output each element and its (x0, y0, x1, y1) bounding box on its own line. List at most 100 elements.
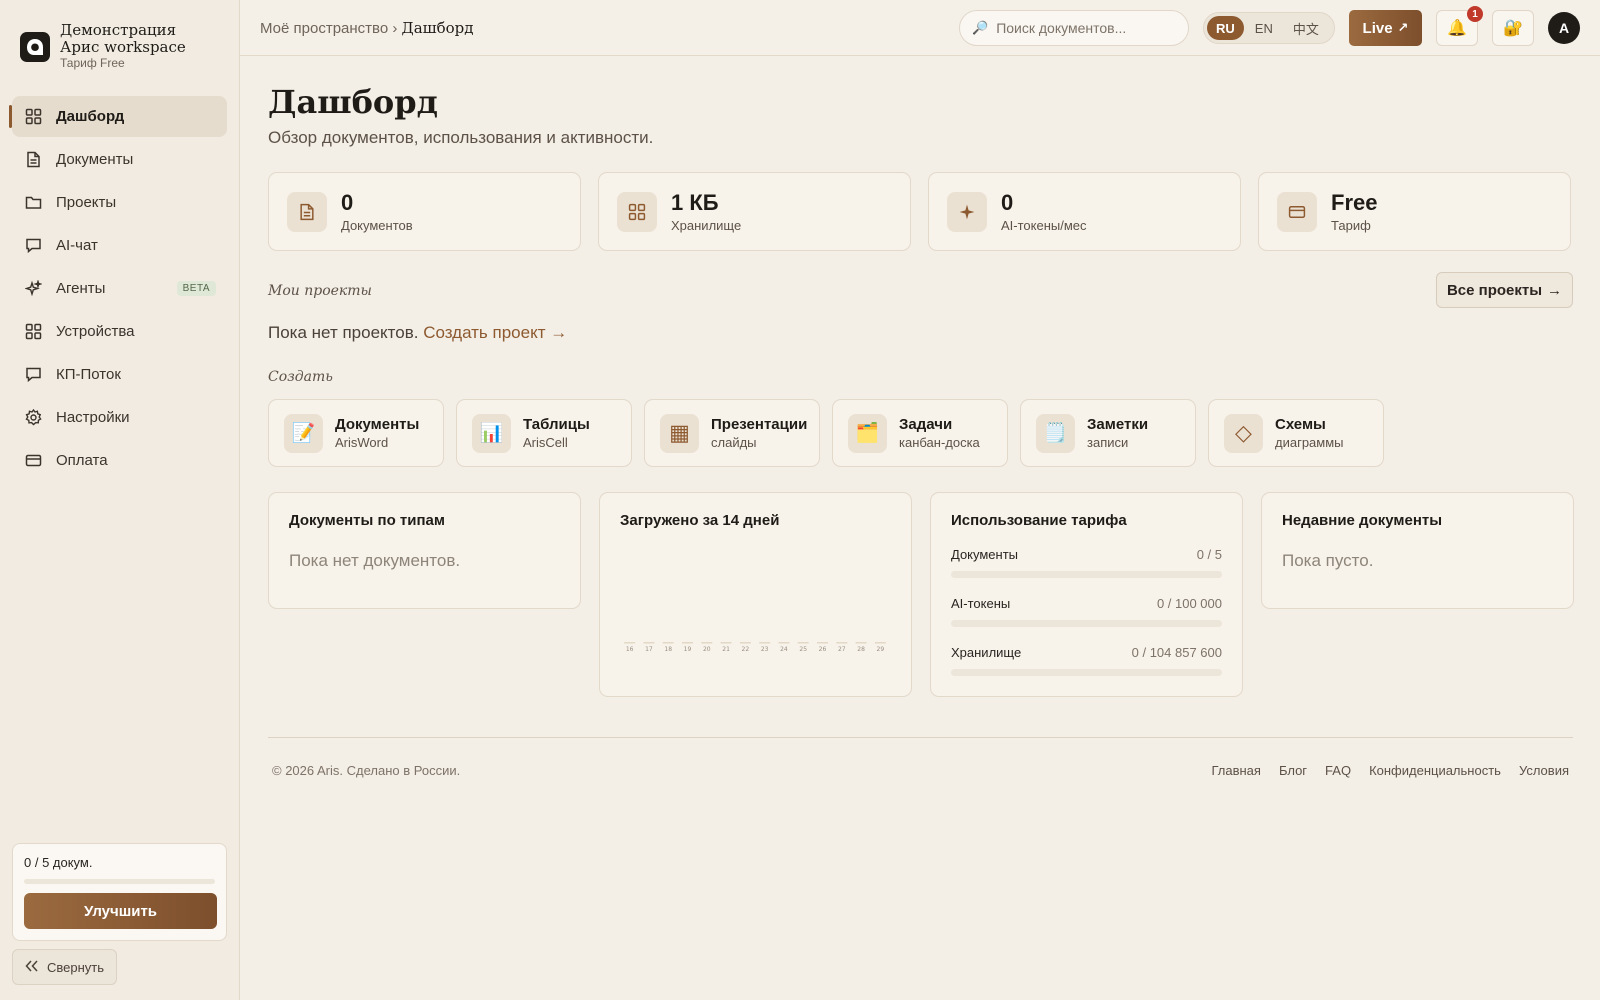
notifications-button[interactable]: 🔔 1 (1436, 6, 1483, 46)
chart-bar (797, 642, 809, 644)
sidebar-item-documents[interactable]: Документы (12, 139, 227, 180)
collapse-sidebar-button[interactable]: Свернуть (12, 949, 117, 985)
sidebar-item-settings[interactable]: Настройки (12, 397, 227, 438)
sidebar-item-label: AI-чат (56, 237, 98, 254)
create-section-label: Создать (268, 369, 333, 385)
footer-link-blog[interactable]: Блог (1279, 763, 1307, 778)
security-button[interactable]: 🔐 (1492, 10, 1534, 46)
breadcrumb-separator: › (392, 20, 398, 37)
chart-tick-label: 18 (664, 646, 672, 653)
bar-chart-icon: 📊 (472, 413, 511, 453)
create-card-tasks[interactable]: 🗂️ Задачи канбан-доска (832, 399, 1008, 467)
chart-bar (855, 642, 867, 644)
search-box[interactable]: 🔎 (959, 10, 1189, 46)
language-option-zh[interactable]: 中文 (1284, 16, 1328, 40)
usage-track (951, 669, 1222, 676)
chart-bar (701, 642, 713, 644)
projects-empty-state: Пока нет проектов. Создать проект → (268, 323, 567, 343)
chart-tick-label: 26 (819, 646, 827, 653)
footer-link-terms[interactable]: Условия (1519, 763, 1569, 778)
sidebar-item-label: Оплата (56, 452, 108, 469)
create-title: Схемы (1275, 416, 1326, 433)
stat-value: 1 КБ (671, 190, 719, 215)
usage-row-value: 0 / 100 000 (1156, 596, 1222, 611)
panel-title: Недавние документы (1282, 512, 1443, 529)
memo-icon: 📝 (284, 413, 323, 453)
diamond-icon: ◇ (1224, 413, 1263, 453)
bell-icon: 🔔 (1447, 20, 1467, 37)
sidebar-nav: Дашборд Документы Проекты AI-чат Агенты … (9, 96, 227, 483)
chart-bar (720, 642, 732, 644)
chart-tick-label: 19 (684, 646, 692, 653)
create-title: Документы (335, 416, 420, 433)
footer-copyright: © 2026 Aris. Сделано в России. (272, 763, 461, 778)
usage-track (951, 571, 1222, 578)
search-input[interactable] (996, 20, 1177, 36)
chart-bar (778, 642, 790, 644)
footer-link-faq[interactable]: FAQ (1325, 763, 1351, 778)
chart-bar (624, 642, 636, 644)
language-option-en[interactable]: EN (1246, 16, 1282, 40)
footer-link-home[interactable]: Главная (1211, 763, 1260, 778)
create-sub: диаграммы (1275, 435, 1344, 450)
chart-bar (682, 642, 693, 644)
projects-section-label: Мои проекты (268, 283, 372, 299)
usage-row-label: Хранилище (951, 645, 1022, 660)
sidebar-usage-bar (24, 879, 215, 884)
user-avatar[interactable]: A (1548, 12, 1580, 44)
sidebar-item-devices[interactable]: Устройства (12, 311, 227, 352)
chart-tick-label: 16 (626, 646, 634, 653)
stats-row: 0 Документов 1 КБ Хранилище 0 AI-токены/мес… (268, 172, 1571, 251)
panel-plan-usage: Использование тарифа Документы 0 / 5 AI-т… (930, 492, 1243, 697)
stat-card-documents: 0 Документов (268, 172, 581, 251)
create-card-diagrams[interactable]: ◇ Схемы диаграммы (1208, 399, 1384, 467)
panel-title: Использование тарифа (951, 512, 1127, 529)
sidebar-item-projects[interactable]: Проекты (12, 182, 227, 223)
brand[interactable]: Демонстрация Арис workspace Тариф Free (20, 22, 220, 70)
page-title: Дашборд (268, 83, 438, 121)
double-chevron-left-icon (25, 959, 39, 975)
chart-tick-label: 25 (799, 646, 807, 653)
collapse-label: Свернуть (47, 959, 105, 975)
sidebar-item-kp-flow[interactable]: КП-Поток (12, 354, 227, 395)
lock-key-icon: 🔐 (1503, 20, 1523, 37)
usage-track (951, 620, 1222, 627)
create-sub: ArisCell (523, 435, 568, 450)
live-label: Live (1362, 19, 1393, 37)
sidebar-item-dashboard[interactable]: Дашборд (9, 96, 227, 137)
breadcrumb-current: Дашборд (401, 19, 474, 37)
sidebar-item-label: КП-Поток (56, 366, 121, 383)
breadcrumb-root[interactable]: Моё пространство (260, 20, 388, 37)
create-sub: канбан-доска (899, 435, 980, 450)
live-button[interactable]: Live ↗ (1349, 10, 1422, 46)
create-title: Задачи (899, 416, 953, 433)
create-card-presentations[interactable]: ▦ Презентации слайды (644, 399, 820, 467)
create-card-notes[interactable]: 🗒️ Заметки записи (1020, 399, 1196, 467)
chart-bar (836, 642, 848, 644)
footer-link-privacy[interactable]: Конфиденциальность (1369, 763, 1501, 778)
sidebar-item-label: Документы (56, 151, 134, 168)
panel-uploads-chart: Загружено за 14 дней 16 17 18 19 20 21 22 23 24 2… (599, 492, 912, 697)
stat-label: Хранилище (671, 218, 742, 233)
all-projects-button[interactable]: Все проекты → (1436, 272, 1573, 308)
chart-bar (643, 642, 655, 644)
stat-value: 0 (1001, 190, 1014, 215)
create-card-documents[interactable]: 📝 Документы ArisWord (268, 399, 444, 467)
upgrade-button[interactable]: Улучшить (24, 893, 217, 929)
sparkle-icon (947, 191, 987, 232)
chart-bar (739, 642, 751, 644)
sidebar-item-ai-chat[interactable]: AI-чат (12, 225, 227, 266)
language-option-ru[interactable]: RU (1207, 16, 1244, 40)
stat-card-plan: Free Тариф (1258, 172, 1571, 251)
stat-label: Документов (341, 218, 413, 233)
document-icon (25, 151, 42, 168)
create-title: Таблицы (523, 416, 590, 433)
stat-label: Тариф (1331, 218, 1371, 233)
create-card-spreadsheets[interactable]: 📊 Таблицы ArisCell (456, 399, 632, 467)
stat-value: Free (1331, 190, 1378, 215)
panels-row: Документы по типам Пока нет документов. … (268, 492, 1574, 697)
sidebar-item-agents[interactable]: Агенты BETA (12, 268, 227, 309)
grid-icon (617, 191, 657, 232)
sidebar-item-billing[interactable]: Оплата (12, 440, 227, 481)
create-project-link[interactable]: Создать проект → (423, 323, 567, 342)
